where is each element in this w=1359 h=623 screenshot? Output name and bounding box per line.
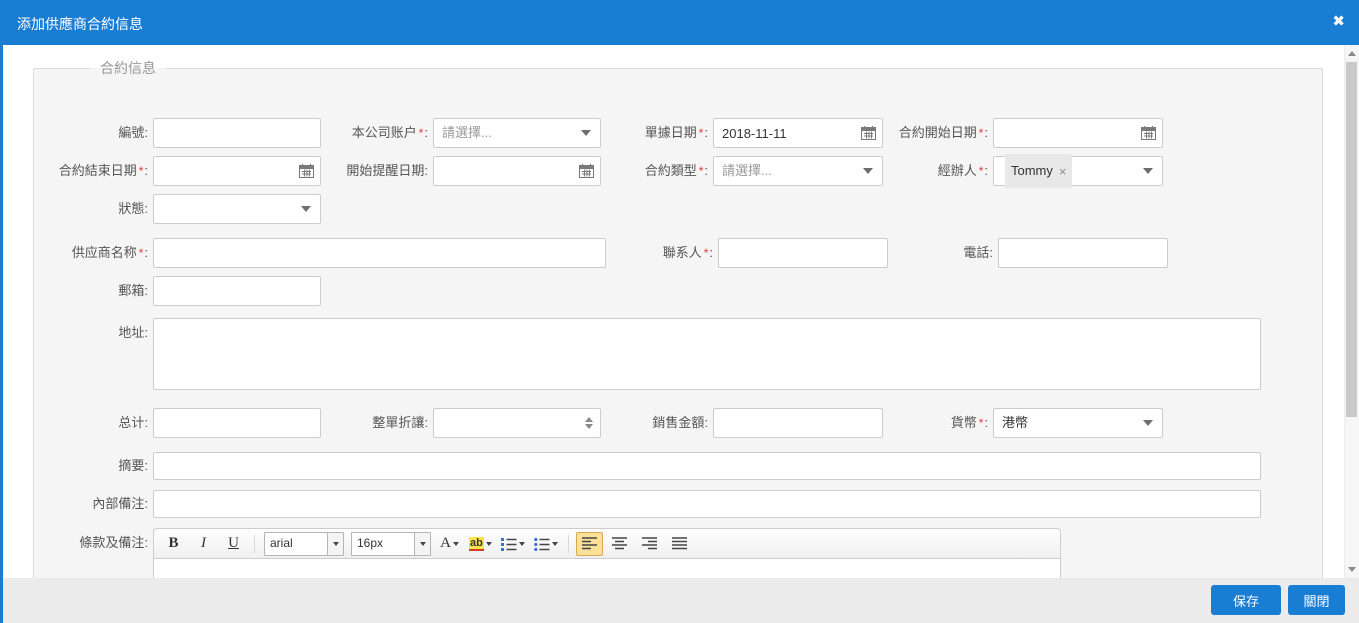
dialog-header: 添加供應商合約信息 ✖: [3, 0, 1359, 45]
field-address: 地址:: [10, 318, 1261, 395]
align-center-icon: [611, 537, 627, 550]
field-supplier-name: 供应商名称 *:: [10, 238, 606, 268]
close-icon[interactable]: ✖: [1332, 12, 1345, 30]
chevron-down-icon: [452, 541, 459, 546]
field-label: 整單折讓:: [372, 415, 428, 430]
font-name-combo[interactable]: arial: [264, 531, 344, 556]
handler-select[interactable]: Tommy ×: [993, 154, 1163, 188]
bullet-list-button[interactable]: [531, 532, 561, 556]
field-label: 地址:: [118, 325, 148, 340]
field-label: 郵箱:: [118, 283, 148, 298]
align-right-icon: [641, 537, 657, 550]
align-justify-icon: [671, 537, 687, 550]
field-contract-type: 合約類型 *: 請選擇...: [570, 156, 883, 186]
align-left-icon: [581, 537, 597, 550]
field-company-account: 本公司账户 *: 請選擇...: [290, 118, 601, 148]
currency-select[interactable]: 港幣: [993, 408, 1163, 438]
field-label: 單據日期 *:: [644, 125, 708, 140]
field-currency: 貨幣 *: 港幣: [850, 408, 1163, 438]
dialog-footer: 保存 關閉: [3, 578, 1359, 623]
field-label: 摘要:: [118, 458, 148, 473]
underline-button[interactable]: U: [220, 532, 247, 556]
bullet-list-icon: [534, 537, 550, 551]
field-label: 銷售金額:: [652, 415, 708, 430]
scrollbar-thumb[interactable]: [1346, 62, 1357, 417]
scroll-up-icon[interactable]: [1348, 51, 1356, 56]
field-doc-date: 單據日期 *:: [570, 118, 883, 148]
field-label: 总计:: [118, 415, 148, 430]
field-phone: 電話:: [855, 238, 1168, 268]
field-sales-amount: 銷售金額:: [570, 408, 883, 438]
field-label: 貨幣 *:: [950, 415, 988, 430]
font-color-button[interactable]: A: [436, 532, 463, 556]
chevron-down-icon[interactable]: [327, 532, 343, 555]
field-label: 供应商名称 *:: [71, 245, 148, 260]
field-label: 狀態:: [118, 201, 148, 216]
chevron-down-icon: [301, 206, 311, 212]
highlight-color-button[interactable]: ab: [466, 532, 495, 556]
field-label: 合約開始日期 *:: [898, 125, 988, 140]
calendar-icon[interactable]: [1141, 126, 1156, 140]
field-summary: 摘要:: [10, 452, 1261, 480]
supplier-name-input[interactable]: [153, 238, 606, 268]
contract-start-input[interactable]: [993, 118, 1163, 148]
field-terms-note: 條款及備注:: [10, 528, 153, 558]
chevron-down-icon: [485, 541, 492, 546]
scroll-down-icon[interactable]: [1348, 567, 1356, 572]
close-button[interactable]: 關閉: [1288, 585, 1345, 615]
phone-input[interactable]: [998, 238, 1168, 268]
bold-button[interactable]: B: [160, 532, 187, 556]
field-status: 狀態:: [10, 194, 321, 224]
field-label: 開始提醒日期:: [346, 163, 428, 178]
field-contract-end: 合約結束日期 *:: [10, 156, 321, 186]
summary-input[interactable]: [153, 452, 1261, 480]
field-label: 合約類型 *:: [644, 163, 708, 178]
field-contract-start: 合約開始日期 *:: [850, 118, 1163, 148]
toolbar-separator: [254, 534, 255, 553]
email-input[interactable]: [153, 276, 321, 306]
chevron-down-icon: [1143, 168, 1153, 174]
chevron-down-icon: [1143, 420, 1153, 426]
field-email: 郵箱:: [10, 276, 321, 306]
field-discount: 整單折讓:: [290, 408, 601, 438]
align-right-button[interactable]: [636, 532, 663, 556]
remove-tag-icon[interactable]: ×: [1059, 165, 1067, 178]
field-code: 編號:: [10, 118, 321, 148]
field-total: 总计:: [10, 408, 321, 438]
chevron-down-icon: [551, 541, 558, 546]
ordered-list-icon: [500, 537, 517, 551]
field-contact: 聯系人 *:: [575, 238, 888, 268]
align-justify-button[interactable]: [666, 532, 693, 556]
field-handler: 經辦人 *: Tommy ×: [850, 154, 1163, 188]
save-button[interactable]: 保存: [1211, 585, 1281, 615]
field-label: 本公司账户 *:: [351, 125, 428, 140]
align-left-button[interactable]: [575, 531, 603, 556]
editor-toolbar: B I U arial 16px A ab: [153, 528, 1061, 559]
selected-tag: Tommy ×: [1005, 154, 1073, 188]
font-size-combo[interactable]: 16px: [351, 531, 431, 556]
field-remind-start: 開始提醒日期:: [290, 156, 601, 186]
field-label: 合約結束日期 *:: [58, 163, 148, 178]
ordered-list-button[interactable]: [498, 532, 528, 556]
field-internal-note: 內部備注:: [10, 490, 1261, 518]
dialog-title: 添加供應商合約信息: [17, 16, 143, 32]
add-supplier-contract-dialog: 添加供應商合約信息 ✖ 合約信息 編號: 本公司账户 *: 請選擇... 單據日期…: [0, 0, 1359, 623]
align-center-button[interactable]: [606, 532, 633, 556]
field-label: 編號:: [118, 125, 148, 140]
toolbar-separator: [567, 534, 569, 553]
chevron-down-icon[interactable]: [414, 532, 430, 555]
field-label: 內部備注:: [92, 496, 148, 511]
vertical-scrollbar[interactable]: [1344, 45, 1359, 578]
field-label: 聯系人 *:: [662, 245, 713, 260]
address-textarea[interactable]: [153, 318, 1261, 390]
internal-note-input[interactable]: [153, 490, 1261, 518]
field-label: 條款及備注:: [79, 535, 148, 550]
field-label: 電話:: [963, 245, 993, 260]
italic-button[interactable]: I: [190, 532, 217, 556]
section-title: 合約信息: [100, 60, 156, 76]
chevron-down-icon: [518, 541, 525, 546]
status-select[interactable]: [153, 194, 321, 224]
field-label: 經辦人 *:: [937, 163, 988, 178]
